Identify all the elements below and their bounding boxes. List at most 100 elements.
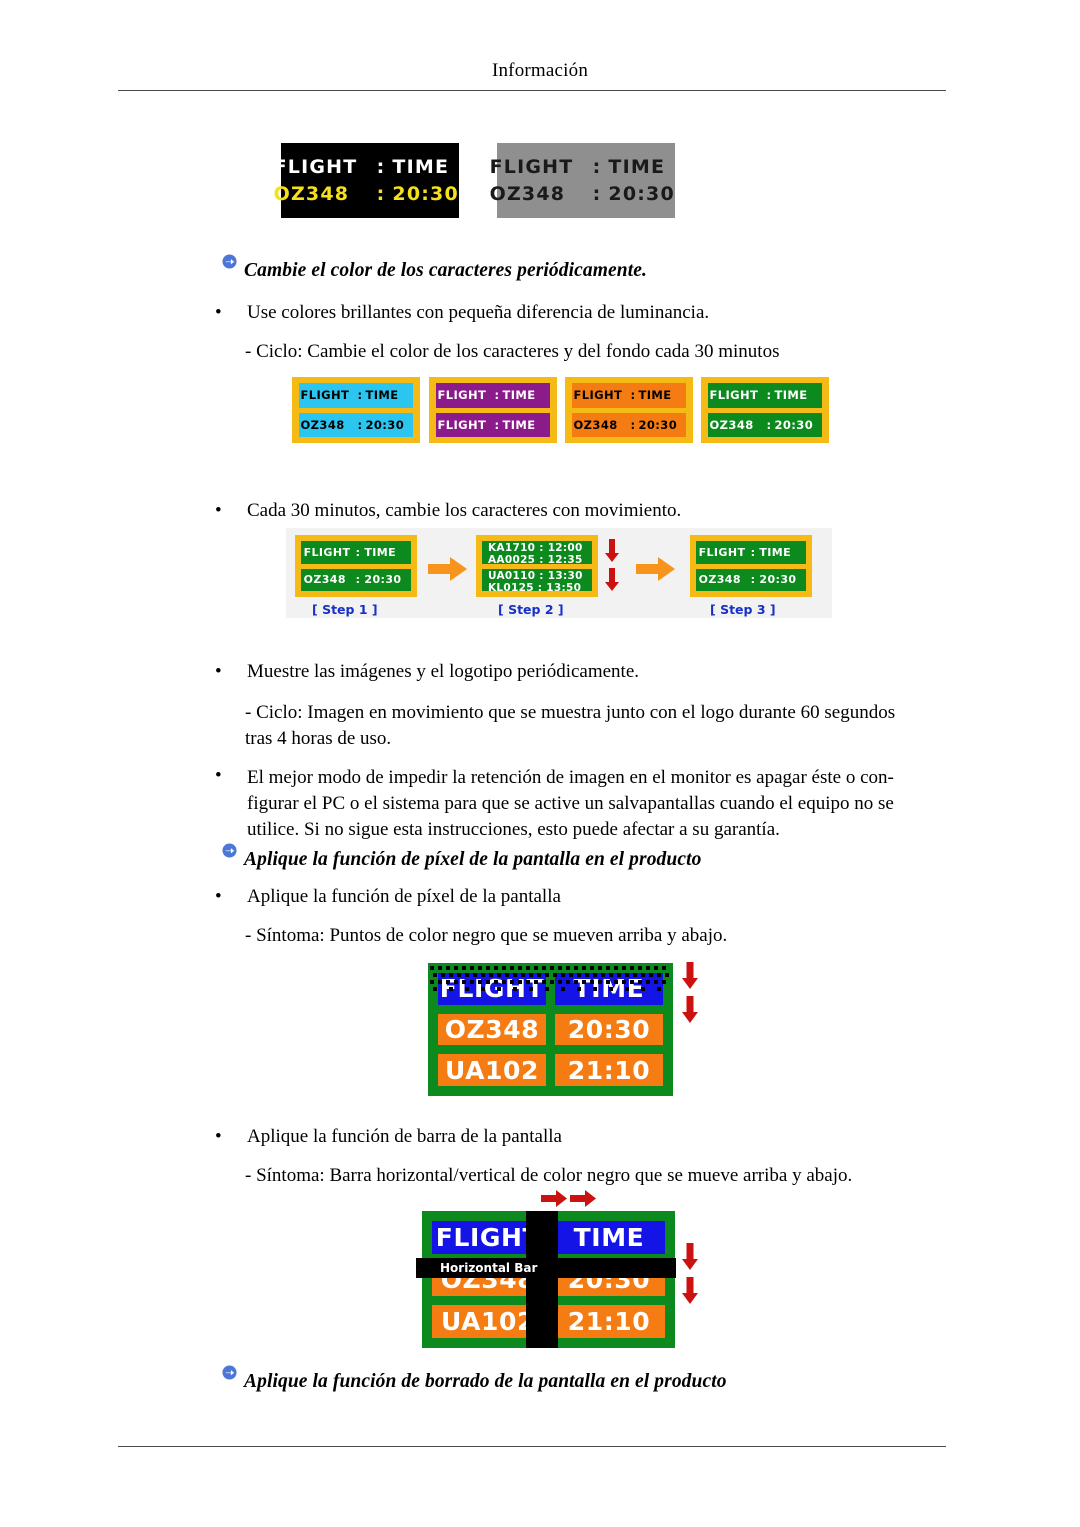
horizontal-bar-label: Horizontal Bar [440, 1261, 538, 1275]
section-heading-pixel-function: Aplique la función de píxel de la pantal… [222, 842, 702, 871]
scrolling-text-line-2: AA0025 : 12:35 [488, 554, 583, 564]
panel-value-row: OZ348:20:30 [708, 412, 822, 437]
vertical-black-bar [526, 1211, 558, 1348]
step-3-label: [ Step 3 ] [710, 602, 776, 617]
bullet-text: Muestre las imágenes y el logotipo perió… [247, 661, 640, 682]
arrow-bullet-icon [222, 842, 237, 858]
board-time-value: 20:30 [608, 183, 675, 205]
panel-separator: : [766, 388, 772, 403]
bullet-change-chars-movement: • Cada 30 minutos, cambie los caracteres… [215, 500, 681, 522]
panel-flight-value: OZ348 [709, 417, 754, 432]
panel-time-value: 20:30 [774, 417, 814, 432]
step-separator: : [750, 573, 756, 587]
bullet-text: Aplique la función de barra de la pantal… [247, 1126, 562, 1147]
panel-separator: : [766, 417, 772, 432]
step-separator: : [750, 545, 756, 559]
subline-cycle-30min: - Ciclo: Cambie el color de los caracter… [245, 341, 780, 362]
section-heading-change-color: Cambie el color de los caracteres periód… [222, 253, 647, 282]
board-cell-time-header: TIME [553, 1221, 665, 1254]
footer-rule [118, 1446, 946, 1447]
board-value-row: OZ348:20:30 [274, 183, 467, 205]
subline-text-line-2: tras 4 horas de uso. [245, 728, 392, 749]
arrow-bullet-icon [222, 253, 237, 269]
section-heading-text: Cambie el color de los caracteres periód… [244, 260, 647, 281]
panel-time-value: TIME [502, 417, 536, 432]
header-rule [118, 90, 946, 91]
panel-flight-value: FLIGHT [437, 417, 487, 432]
panel-flight-label: FLIGHT [437, 388, 487, 403]
board-flight-label: FLIGHT [273, 156, 358, 178]
panel-time-label: TIME [502, 388, 536, 403]
panel-time-value: 20:30 [638, 417, 678, 432]
board-time-label: TIME [392, 156, 450, 178]
orange-arrow-right-icon-1 [428, 556, 468, 587]
bar-board-red-arrow-down-2 [681, 1277, 699, 1310]
color-cycle-panel-4: FLIGHT: TIME OZ348:20:30 [701, 377, 829, 443]
step-3-board: FLIGHT: TIME OZ348:20:30 [690, 535, 812, 597]
scrolling-text-line-4: KL0125 : 13:50 [488, 581, 582, 592]
panel-separator: : [494, 388, 500, 403]
bullet-dot-icon: • [215, 302, 222, 323]
pixel-board-red-arrow-down-2 [681, 996, 699, 1029]
panel-header-row: FLIGHT: TIME [572, 383, 686, 408]
bullet-dot-icon: • [215, 765, 222, 786]
red-arrow-down-icon-1 [604, 539, 620, 568]
panel-header-row: FLIGHT: TIME [436, 383, 550, 408]
board-separator: : [592, 183, 602, 205]
step-header-row: FLIGHT: TIME [696, 541, 806, 564]
board-grid: FLIGHT TIME OZ348 20:30 UA102 21:10 [438, 973, 663, 1086]
step-value-row-scrolling: UA0110 : 13:30 KL0125 : 13:50 [482, 568, 592, 592]
panel-flight-value: OZ348 [573, 417, 618, 432]
step-2-board: KA1710 : 12:00 AA0025 : 12:35 UA0110 : 1… [476, 535, 598, 597]
pixel-function-board: FLIGHT TIME OZ348 20:30 UA102 21:10 [428, 963, 673, 1096]
step-time-label: TIME [364, 545, 397, 559]
step-separator: : [355, 545, 361, 559]
panel-separator: : [630, 388, 636, 403]
step-separator: : [355, 573, 361, 587]
step-sequence-strip: FLIGHT: TIME OZ348:20:30 [ Step 1 ] KA171… [286, 528, 832, 618]
board-cell-flight-1: OZ348 [438, 1013, 546, 1046]
board-separator: : [376, 183, 386, 205]
board-header-row: FLIGHT: TIME [490, 156, 683, 178]
panel-separator: : [357, 417, 363, 432]
board-value-row: OZ348:20:30 [490, 183, 683, 205]
bullet-dot-icon: • [215, 886, 222, 907]
board-separator: : [592, 156, 602, 178]
board-cell-time-2: 21:10 [555, 1054, 663, 1086]
step-flight-label: FLIGHT [303, 545, 351, 559]
bullet-best-way-text: El mejor modo de impedir la retención de… [247, 765, 907, 843]
step-time-label: TIME [759, 545, 792, 559]
page-header-title: Información [491, 60, 589, 81]
step-header-row-scrolling: KA1710 : 12:00 AA0025 : 12:35 [482, 541, 592, 564]
board-time-label: TIME [608, 156, 666, 178]
panel-value-row: FLIGHT: TIME [436, 412, 550, 437]
scrolling-text-line-3: UA0110 : 13:30 [488, 569, 583, 582]
bar-board-red-arrow-right-2 [570, 1190, 596, 1212]
step-value-row: OZ348:20:30 [301, 568, 411, 591]
board-cell-flight-2: UA102 [438, 1054, 546, 1086]
step-flight-label: FLIGHT [698, 545, 746, 559]
bullet-show-images-logo: • Muestre las imágenes y el logotipo per… [215, 661, 639, 683]
bullet-dot-icon: • [215, 500, 222, 521]
pixel-board-red-arrow-down-1 [681, 962, 699, 995]
board-cell-flight-header: FLIGHT [438, 973, 546, 1005]
panel-header-row: FLIGHT: TIME [708, 383, 822, 408]
panel-separator: : [494, 417, 500, 432]
board-flight-value: OZ348 [489, 183, 566, 205]
color-cycle-panel-3: FLIGHT: TIME OZ348:20:30 [565, 377, 693, 443]
panel-flight-value: OZ348 [300, 417, 345, 432]
board-separator: : [376, 156, 386, 178]
color-cycle-panel-2: FLIGHT: TIME FLIGHT: TIME [429, 377, 557, 443]
bullet-text-line-1: El mejor modo de impedir la retención de… [247, 767, 894, 788]
bullet-dot-icon: • [215, 1126, 222, 1147]
step-flight-value: OZ348 [698, 573, 741, 587]
panel-time-label: TIME [365, 388, 399, 403]
bullet-apply-bar-function: • Aplique la función de barra de la pant… [215, 1126, 562, 1148]
bullet-text: Cada 30 minutos, cambie los caracteres c… [247, 500, 682, 521]
section-heading-text: Aplique la función de borrado de la pant… [244, 1371, 727, 1392]
document-page: Información FLIGHT: TIME OZ348:20:30 FLIG… [0, 0, 1080, 1527]
step-1-board: FLIGHT: TIME OZ348:20:30 [295, 535, 417, 597]
board-flight-label: FLIGHT [489, 156, 574, 178]
section-heading-text: Aplique la función de píxel de la pantal… [244, 849, 702, 870]
board-flight-value: OZ348 [273, 183, 350, 205]
